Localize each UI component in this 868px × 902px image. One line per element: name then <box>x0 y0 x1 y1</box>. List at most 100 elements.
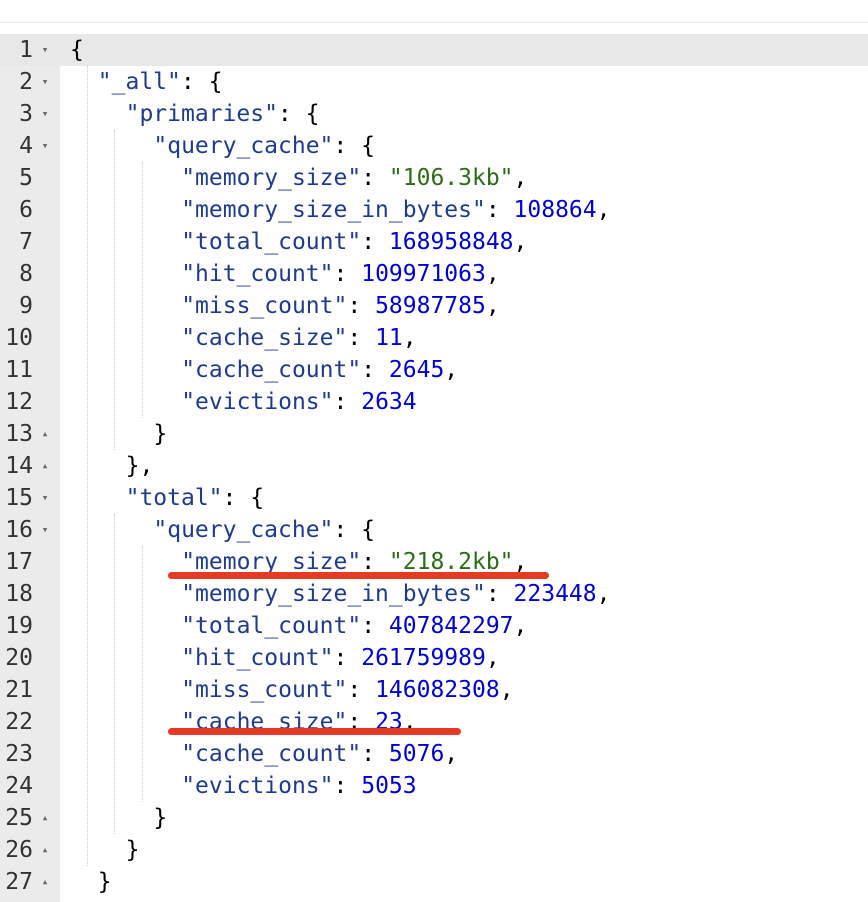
code-text: } <box>153 802 167 834</box>
line-number: 25 <box>5 805 33 831</box>
fold-expand-arrow-icon[interactable]: ▴ <box>38 450 52 482</box>
json-number-value: 146082308 <box>375 677 500 703</box>
fold-expand-arrow-icon[interactable]: ▴ <box>38 834 52 866</box>
code-line[interactable]: 4 ▾ "query_cache": { <box>0 130 868 162</box>
json-punctuation: , <box>444 357 459 383</box>
fold-expand-arrow-icon[interactable]: ▴ <box>38 866 52 898</box>
code-text: "miss_count": 146082308, <box>181 674 513 706</box>
code-line[interactable]: 2 ▾ "_all": { <box>0 66 868 98</box>
json-punctuation: : <box>485 197 514 223</box>
code-line[interactable]: 7 "total_count": 168958848, <box>0 226 868 258</box>
code-text: }, <box>126 450 154 482</box>
json-string-value: "106.3kb" <box>388 165 514 191</box>
code-line[interactable]: 3 ▾ "primaries": { <box>0 98 868 130</box>
json-punctuation: : <box>361 613 389 639</box>
line-number: 9 <box>19 293 33 319</box>
json-number-value: 407842297 <box>388 613 514 639</box>
code-text: } <box>153 418 167 450</box>
code-line[interactable]: 11 "cache_count": 2645, <box>0 354 868 386</box>
line-number: 2 <box>19 69 33 95</box>
json-punctuation: : <box>333 389 362 415</box>
json-punctuation: : <box>361 741 389 767</box>
line-number: 11 <box>5 357 33 383</box>
json-punctuation: , <box>402 325 417 351</box>
code-line[interactable]: 19 "total_count": 407842297, <box>0 610 868 642</box>
json-punctuation: : { <box>222 485 265 511</box>
code-line[interactable]: 1 ▾ { <box>0 34 868 66</box>
code-text: "memory_size_in_bytes": 108864, <box>181 194 610 226</box>
top-toolbar <box>0 0 868 23</box>
line-number: 22 <box>5 709 33 735</box>
line-number: 17 <box>5 549 33 575</box>
line-number: 18 <box>5 581 33 607</box>
code-line[interactable]: 21 "miss_count": 146082308, <box>0 674 868 706</box>
code-text: } <box>126 834 140 866</box>
code-line[interactable]: 20 "hit_count": 261759989, <box>0 642 868 674</box>
line-number: 21 <box>5 677 33 703</box>
json-punctuation: } <box>153 421 168 447</box>
fold-expand-arrow-icon[interactable]: ▴ <box>38 418 52 450</box>
json-key: "evictions" <box>181 773 334 799</box>
json-punctuation: { <box>70 37 84 63</box>
code-line[interactable]: 25 ▴} <box>0 802 868 834</box>
line-number: 19 <box>5 613 33 639</box>
code-line[interactable]: 13 ▴} <box>0 418 868 450</box>
json-key: "total_count" <box>181 229 362 255</box>
code-line[interactable]: 12 "evictions": 2634 <box>0 386 868 418</box>
line-number: 1 <box>19 37 33 63</box>
fold-collapse-arrow-icon[interactable]: ▾ <box>38 130 52 162</box>
fold-collapse-arrow-icon[interactable]: ▾ <box>38 66 52 98</box>
json-number-value: 261759989 <box>361 645 486 671</box>
json-punctuation: : <box>347 293 376 319</box>
code-text: "evictions": 5053 <box>181 770 416 802</box>
code-line[interactable]: 18 "memory_size_in_bytes": 223448, <box>0 578 868 610</box>
code-text: "cache_size": 11, <box>181 322 416 354</box>
json-punctuation: } <box>153 805 168 831</box>
line-number: 26 <box>5 837 33 863</box>
code-line[interactable]: 27 ▴} <box>0 866 868 898</box>
fold-collapse-arrow-icon[interactable]: ▾ <box>38 514 52 546</box>
code-text: { <box>70 34 84 66</box>
code-line[interactable]: 6 "memory_size_in_bytes": 108864, <box>0 194 868 226</box>
fold-expand-arrow-icon[interactable]: ▴ <box>38 802 52 834</box>
json-key: "cache_size" <box>181 325 348 351</box>
json-key: "query_cache" <box>153 517 334 543</box>
code-text: "_all": { <box>98 66 223 98</box>
fold-collapse-arrow-icon[interactable]: ▾ <box>38 482 52 514</box>
code-line[interactable]: 10 "cache_size": 11, <box>0 322 868 354</box>
json-punctuation: , <box>485 261 500 287</box>
json-key: "total" <box>125 485 223 511</box>
json-punctuation: , <box>499 677 514 703</box>
json-code-editor[interactable]: 1 ▾{2 ▾ "_all": {3 ▾ "primaries": {4 ▾ "query_c… <box>0 34 868 902</box>
code-line[interactable]: 24 "evictions": 5053 <box>0 770 868 802</box>
json-punctuation: : <box>361 357 389 383</box>
indent-guide <box>114 514 116 834</box>
json-punctuation: , <box>513 613 528 639</box>
indent-guide <box>142 162 144 418</box>
code-line[interactable]: 16 ▾ "query_cache": { <box>0 514 868 546</box>
code-line[interactable]: 9 "miss_count": 58987785, <box>0 290 868 322</box>
code-line[interactable]: 14 ▴}, <box>0 450 868 482</box>
json-punctuation: : { <box>333 133 375 159</box>
code-line[interactable]: 23 "cache_count": 5076, <box>0 738 868 770</box>
code-line[interactable]: 8 "hit_count": 109971063, <box>0 258 868 290</box>
code-line[interactable]: 15 ▾ "total": { <box>0 482 868 514</box>
json-key: "total_count" <box>181 613 362 639</box>
line-number: 3 <box>19 101 33 127</box>
json-punctuation: : <box>361 229 389 255</box>
code-text: "miss_count": 58987785, <box>181 290 500 322</box>
json-punctuation: , <box>596 581 611 607</box>
json-punctuation: , <box>485 293 500 319</box>
json-number-value: 5053 <box>361 773 417 799</box>
line-number: 5 <box>19 165 33 191</box>
json-punctuation: : <box>333 645 362 671</box>
json-punctuation: : <box>361 165 389 191</box>
highlight-underline-cache-size <box>168 728 461 735</box>
code-line[interactable]: 26 ▴} <box>0 834 868 866</box>
fold-collapse-arrow-icon[interactable]: ▾ <box>38 98 52 130</box>
line-number: 10 <box>5 325 33 351</box>
code-line[interactable]: 5 "memory_size": "106.3kb", <box>0 162 868 194</box>
json-punctuation: } <box>125 837 140 863</box>
fold-collapse-arrow-icon[interactable]: ▾ <box>38 34 52 66</box>
line-number: 8 <box>19 261 33 287</box>
